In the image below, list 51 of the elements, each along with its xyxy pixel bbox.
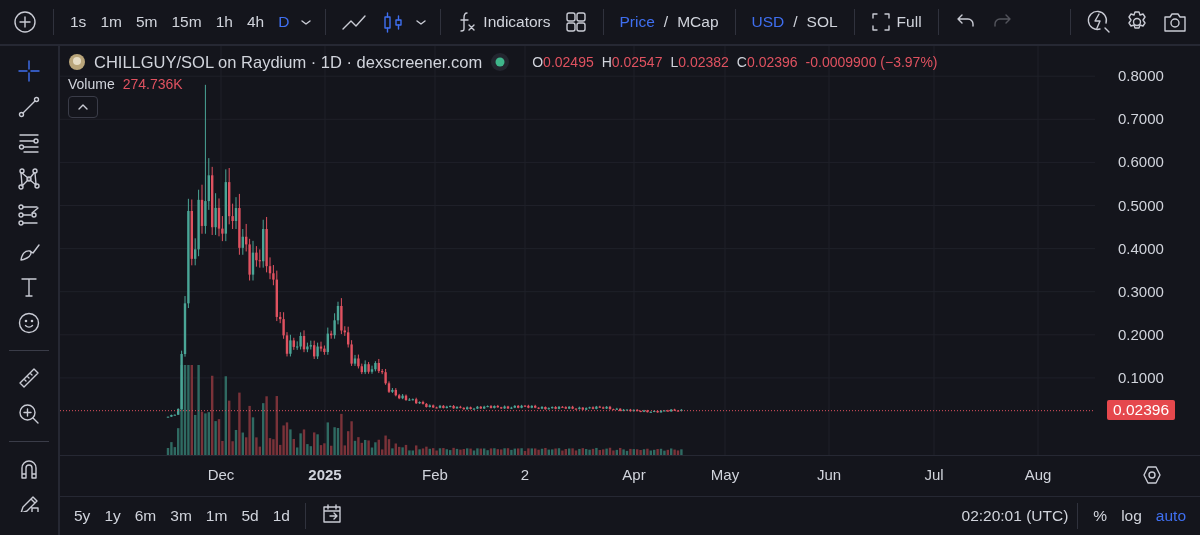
time-axis-label: Dec [207, 466, 235, 483]
interval-tab[interactable]: 4h [241, 9, 270, 35]
ohlc-value: L0.02382 [670, 54, 729, 70]
chart-title: CHILLGUY/SOL on Raydium · 1D · dexscreener.com [94, 52, 483, 72]
time-axis-label: 2025 [308, 466, 342, 483]
price-axis-label: 0.8000 [1118, 67, 1164, 85]
ohlc-value: O0.02495 [532, 54, 594, 70]
scale-option[interactable]: % [1087, 503, 1114, 529]
slash-separator: / [663, 13, 669, 31]
range-button[interactable]: 3m [164, 503, 198, 529]
range-button[interactable]: 5y [68, 503, 97, 529]
price-axis-label: 0.5000 [1118, 196, 1164, 214]
interval-tab[interactable]: 15m [166, 9, 207, 35]
interval-tab[interactable]: 5m [130, 9, 163, 35]
toggle-option[interactable]: Price [614, 9, 660, 35]
range-button[interactable]: 1y [98, 503, 127, 529]
interval-tab[interactable]: 1h [210, 9, 238, 35]
time-axis-label: Feb [422, 466, 448, 483]
range-button[interactable]: 5d [235, 503, 265, 529]
ohlc-value: H0.02547 [601, 54, 663, 70]
scale-option[interactable]: log [1115, 503, 1148, 529]
time-axis-label: May [710, 466, 740, 483]
interval-tab[interactable]: 1s [65, 9, 92, 35]
interval-tab[interactable]: 1m [95, 9, 127, 35]
range-button[interactable]: 1m [199, 503, 234, 529]
price-axis-label: 0.1000 [1118, 368, 1164, 386]
slash-separator: / [793, 13, 798, 31]
toggle-option[interactable]: MCap [672, 9, 724, 35]
price-axis-label: 0.6000 [1118, 153, 1164, 171]
ohlc-value: C0.02396 [736, 54, 798, 70]
indicators-button[interactable]: Indicators [452, 7, 556, 37]
price-axis-label: 0.7000 [1118, 110, 1164, 128]
price-change: -0.0009900 (−3.97%) [805, 54, 938, 70]
time-axis-label: Jun [816, 466, 842, 483]
price-axis-label: 0.4000 [1118, 239, 1164, 257]
toggle-option[interactable]: SOL [801, 9, 843, 35]
fullscreen-button[interactable]: Full [865, 8, 927, 36]
price-axis-label: 0.2000 [1118, 325, 1164, 343]
volume-label: Volume 274.736K [68, 76, 183, 92]
scale-option[interactable]: auto [1149, 503, 1192, 529]
interval-tab[interactable]: D [273, 9, 295, 35]
last-price-label: 0.02396 [1107, 399, 1176, 420]
price-axis-label: 0.3000 [1118, 282, 1164, 300]
range-button[interactable]: 1d [266, 503, 296, 529]
time-axis-label: Apr [622, 466, 646, 483]
time-axis-label: 2 [520, 466, 530, 483]
toggle-option[interactable]: USD [746, 9, 790, 35]
clock: 02:20:01 (UTC) [961, 507, 1069, 525]
time-axis-label: Jul [924, 466, 944, 483]
time-axis-label: Aug [1024, 466, 1052, 483]
range-button[interactable]: 6m [128, 503, 163, 529]
